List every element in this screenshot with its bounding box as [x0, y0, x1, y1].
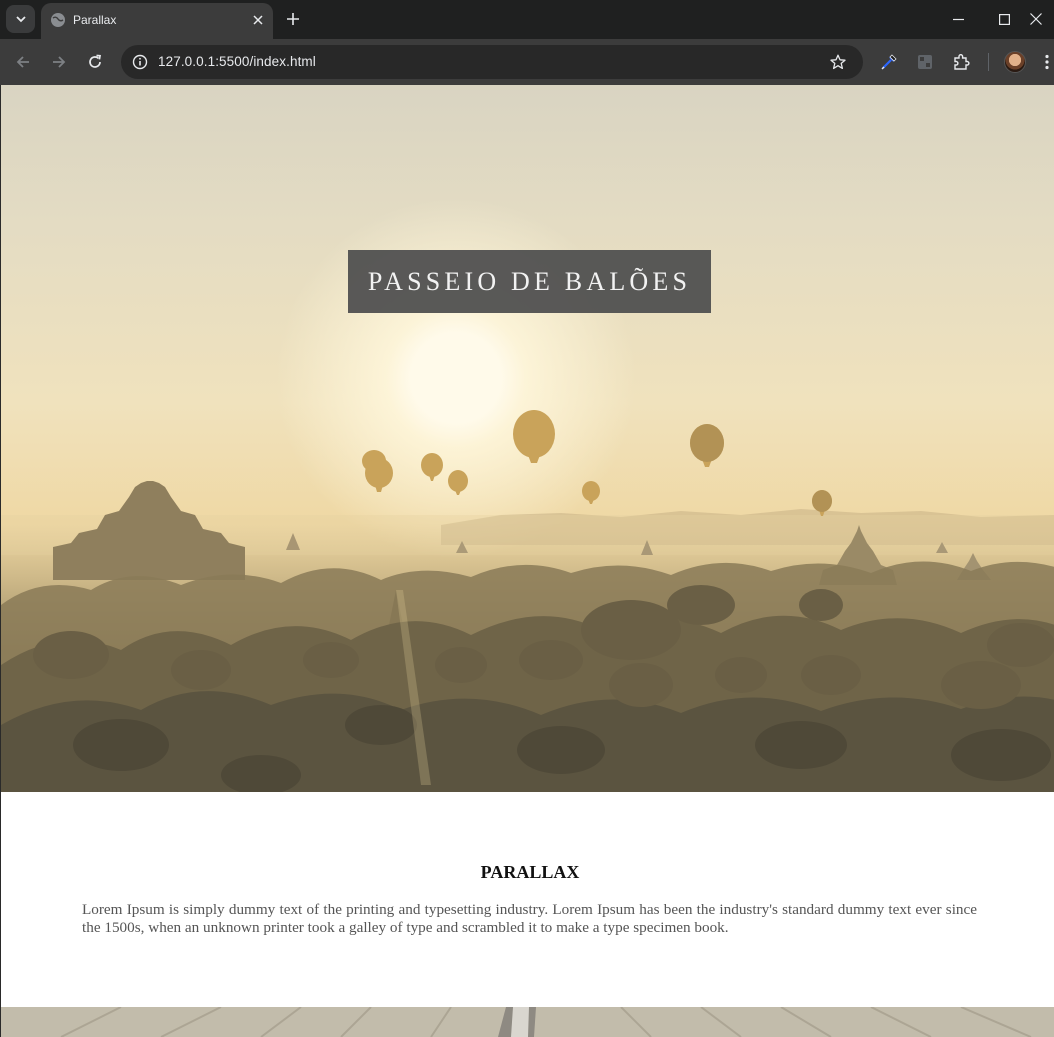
reload-button[interactable] — [82, 49, 108, 75]
info-icon — [132, 54, 148, 70]
back-button[interactable] — [10, 49, 36, 75]
eyedropper-extension-button[interactable] — [877, 50, 901, 74]
browser-tabstrip: Parallax — [0, 0, 1054, 39]
avatar[interactable] — [1004, 51, 1026, 73]
globe-icon — [51, 13, 65, 27]
road-image — [1, 1007, 1054, 1037]
forward-button[interactable] — [46, 49, 72, 75]
new-tab-button[interactable] — [282, 8, 304, 30]
web-page: PASSEIO DE BALÕES PARALLAX Lorem Ipsum i… — [0, 85, 1054, 1037]
arrow-left-icon — [16, 56, 29, 68]
hero-background-image — [1, 410, 1054, 792]
tab-search-button[interactable] — [6, 5, 35, 33]
address-bar[interactable]: 127.0.0.1:5500/index.html — [121, 45, 863, 79]
maximize-button[interactable] — [981, 4, 1027, 34]
maximize-icon — [998, 13, 1010, 25]
eyedropper-icon — [881, 54, 897, 70]
hero-title: PASSEIO DE BALÕES — [348, 250, 711, 313]
road-parallax-image — [1, 1007, 1054, 1037]
url-host: 127.0.0.1 — [158, 54, 216, 69]
tab-close-button[interactable] — [249, 11, 267, 29]
extension-app-button[interactable] — [913, 50, 937, 74]
browser-tab-active[interactable]: Parallax — [41, 3, 273, 39]
browser-toolbar: 127.0.0.1:5500/index.html — [0, 39, 1054, 85]
close-window-button[interactable] — [1030, 4, 1054, 34]
star-icon — [830, 54, 846, 70]
bookmark-button[interactable] — [827, 51, 849, 73]
extensions-button[interactable] — [949, 50, 973, 74]
section-title: PARALLAX — [480, 862, 580, 882]
minimize-button[interactable] — [935, 4, 981, 34]
arrow-right-icon — [53, 56, 66, 68]
url-path: :5500/index.html — [215, 54, 316, 69]
text-section: PARALLAX Lorem Ipsum is simply dummy tex… — [1, 792, 1054, 1007]
section-paragraph: Lorem Ipsum is simply dummy text of the … — [82, 901, 977, 936]
close-icon — [253, 15, 263, 25]
site-info-button[interactable] — [128, 50, 152, 74]
minimize-icon — [952, 18, 964, 20]
puzzle-icon — [954, 54, 970, 70]
reload-icon — [89, 54, 101, 68]
browser-menu-button[interactable] — [1040, 50, 1054, 74]
url-text[interactable]: 127.0.0.1:5500/index.html — [158, 54, 316, 69]
kebab-menu-icon — [1045, 54, 1049, 70]
plus-icon — [287, 13, 299, 25]
close-icon — [1030, 13, 1042, 25]
tab-title: Parallax — [73, 13, 117, 27]
chevron-down-icon — [15, 16, 26, 23]
hero-parallax-section: PASSEIO DE BALÕES — [1, 85, 1054, 792]
extension-icon — [918, 55, 932, 69]
toolbar-separator — [988, 53, 989, 71]
